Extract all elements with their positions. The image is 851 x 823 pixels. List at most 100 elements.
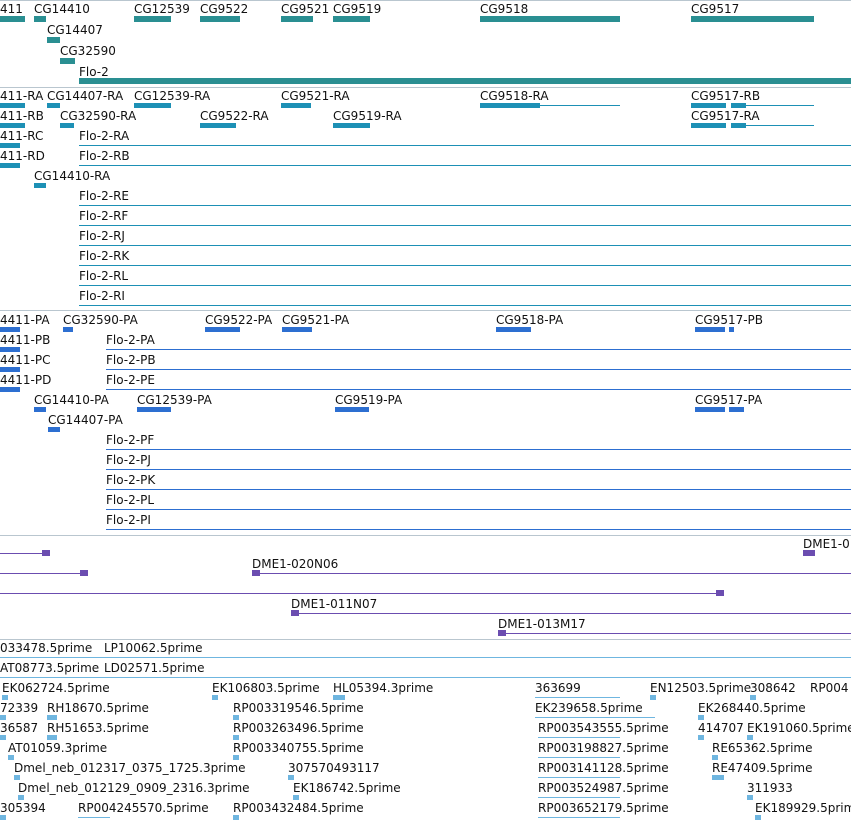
protein-label[interactable]: Flo-2-PA — [106, 333, 155, 347]
est-line[interactable] — [535, 717, 655, 718]
est-line[interactable] — [538, 737, 620, 738]
protein-label[interactable]: 4411-PB — [0, 333, 50, 347]
est-bar[interactable] — [18, 795, 24, 800]
est-bar[interactable] — [233, 715, 239, 720]
transcript-bar[interactable] — [34, 183, 46, 188]
gene-label[interactable]: 411 — [0, 2, 23, 16]
bac-line[interactable] — [291, 613, 851, 614]
gene-bar[interactable] — [200, 16, 240, 22]
est-label[interactable]: EK191060.5prime — [747, 721, 851, 735]
protein-label[interactable]: 4411-PA — [0, 313, 50, 327]
protein-label[interactable]: 4411-PD — [0, 373, 51, 387]
protein-label[interactable]: CG9522-PA — [205, 313, 272, 327]
est-label[interactable]: Dmel_neb_012317_0375_1725.3prime — [14, 761, 246, 775]
transcript-label[interactable]: 411-RB — [0, 109, 44, 123]
transcript-bar[interactable] — [691, 123, 726, 128]
gene-bar[interactable] — [60, 58, 75, 64]
transcript-bar[interactable] — [731, 103, 746, 108]
est-label[interactable]: 363699 — [535, 681, 581, 695]
est-bar[interactable] — [233, 815, 239, 820]
est-bar[interactable] — [712, 755, 718, 760]
est-bar[interactable] — [8, 755, 14, 760]
bac-label[interactable]: DME1-0 — [803, 537, 850, 551]
transcript-label[interactable]: Flo-2-RB — [79, 149, 130, 163]
est-bar[interactable] — [47, 735, 57, 740]
est-bar[interactable] — [698, 715, 704, 720]
est-line[interactable] — [538, 777, 620, 778]
protein-bar[interactable] — [0, 347, 20, 352]
protein-bar[interactable] — [63, 327, 73, 332]
transcript-bar[interactable] — [0, 163, 20, 168]
protein-bar[interactable] — [205, 327, 240, 332]
gene-label[interactable]: CG14407 — [47, 23, 103, 37]
protein-bar[interactable] — [282, 327, 312, 332]
est-bar[interactable] — [212, 695, 218, 700]
transcript-label[interactable]: Flo-2-RE — [79, 189, 129, 203]
protein-bar[interactable] — [34, 407, 46, 412]
protein-bar[interactable] — [496, 327, 531, 332]
est-line[interactable] — [78, 817, 110, 818]
est-label[interactable]: EK106803.5prime — [212, 681, 320, 695]
est-bar[interactable] — [293, 795, 299, 800]
est-bar[interactable] — [0, 735, 6, 740]
est-label[interactable]: 305394 — [0, 801, 46, 815]
bac-line[interactable] — [0, 553, 48, 554]
transcript-bar[interactable] — [480, 103, 540, 108]
transcript-label[interactable]: CG9521-RA — [281, 89, 350, 103]
transcript-label[interactable]: CG12539-RA — [134, 89, 210, 103]
gene-label[interactable]: CG9521 — [281, 2, 329, 16]
est-bar[interactable] — [698, 735, 704, 740]
est-line[interactable] — [0, 657, 851, 658]
protein-label[interactable]: CG9518-PA — [496, 313, 563, 327]
transcript-bar[interactable] — [47, 103, 60, 108]
est-label[interactable]: 033478.5prime — [0, 641, 92, 655]
est-label[interactable]: RP003432484.5prime — [233, 801, 364, 815]
est-bar[interactable] — [755, 815, 761, 820]
protein-label[interactable]: CG32590-PA — [63, 313, 138, 327]
transcript-label[interactable]: Flo-2-RL — [79, 269, 128, 283]
est-label[interactable]: RP003652179.5prime — [538, 801, 669, 815]
est-label[interactable]: EK239658.5prime — [535, 701, 643, 715]
gene-label[interactable]: CG12539 — [134, 2, 190, 16]
bac-label[interactable]: DME1-013M17 — [498, 617, 586, 631]
protein-label[interactable]: CG9517-PB — [695, 313, 763, 327]
est-label[interactable]: RP003340755.5prime — [233, 741, 364, 755]
gene-label[interactable]: CG9517 — [691, 2, 739, 16]
transcript-bar[interactable] — [0, 123, 25, 128]
gene-bar[interactable] — [34, 16, 46, 22]
bac-label[interactable]: DME1-020N06 — [252, 557, 338, 571]
est-bar[interactable] — [750, 695, 756, 700]
transcript-bar[interactable] — [333, 123, 370, 128]
gene-label[interactable]: CG9519 — [333, 2, 381, 16]
gene-label[interactable]: CG14410 — [34, 2, 90, 16]
est-label[interactable]: 308642 — [750, 681, 796, 695]
protein-bar[interactable] — [0, 387, 20, 392]
transcript-bar[interactable] — [0, 143, 20, 148]
gene-label[interactable]: CG9522 — [200, 2, 248, 16]
est-bar[interactable] — [2, 695, 8, 700]
est-label[interactable]: EK062724.5prime — [2, 681, 110, 695]
est-label[interactable]: 311933 — [747, 781, 793, 795]
protein-label[interactable]: Flo-2-PI — [106, 513, 151, 527]
protein-label[interactable]: Flo-2-PF — [106, 433, 154, 447]
transcript-label[interactable]: CG32590-RA — [60, 109, 136, 123]
protein-label[interactable]: CG9517-PA — [695, 393, 762, 407]
protein-bar[interactable] — [0, 367, 20, 372]
protein-label[interactable]: Flo-2-PJ — [106, 453, 151, 467]
transcript-bar[interactable] — [731, 123, 746, 128]
est-bar[interactable] — [0, 815, 6, 820]
transcript-label[interactable]: Flo-2-RF — [79, 209, 128, 223]
est-line[interactable] — [535, 697, 620, 698]
est-label[interactable]: LD02571.5prime — [104, 661, 205, 675]
bac-line[interactable] — [0, 593, 724, 594]
est-label[interactable]: EK268440.5prime — [698, 701, 806, 715]
est-label[interactable]: RE65362.5prime — [712, 741, 813, 755]
protein-label[interactable]: Flo-2-PE — [106, 373, 155, 387]
est-label[interactable]: RP003141128.5prime — [538, 761, 669, 775]
transcript-label[interactable]: 411-RC — [0, 129, 43, 143]
transcript-label[interactable]: Flo-2-RI — [79, 289, 125, 303]
gene-bar[interactable] — [47, 37, 60, 43]
est-bar[interactable] — [333, 695, 345, 700]
gene-label[interactable]: Flo-2 — [79, 65, 109, 79]
protein-label[interactable]: Flo-2-PL — [106, 493, 154, 507]
